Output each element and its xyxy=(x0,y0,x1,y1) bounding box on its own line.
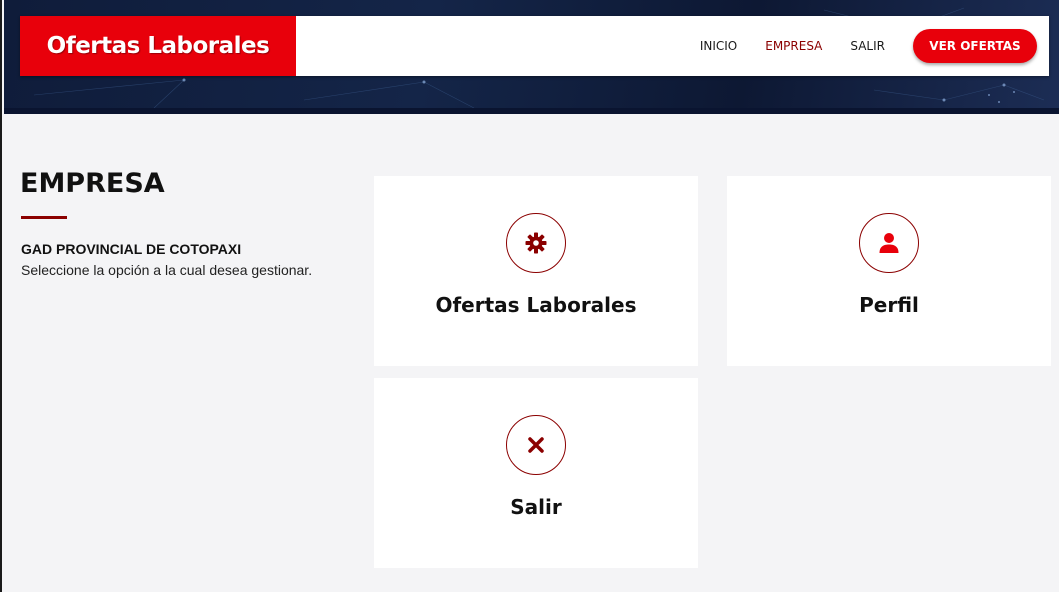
organization-name: GAD PROVINCIAL DE COTOPAXI xyxy=(21,241,242,257)
ver-ofertas-button[interactable]: VER OFERTAS xyxy=(913,29,1037,63)
brand-logo[interactable]: Ofertas Laborales xyxy=(20,16,296,76)
card-icon-circle xyxy=(506,213,566,273)
nav-link-inicio[interactable]: INICIO xyxy=(700,39,737,53)
hero-bottom-edge xyxy=(4,108,1059,114)
gear-icon xyxy=(525,232,547,254)
nav-link-empresa[interactable]: EMPRESA xyxy=(765,39,822,53)
close-icon xyxy=(528,437,544,453)
page-description: Seleccione la opción a la cual desea ges… xyxy=(21,262,313,278)
card-icon-circle xyxy=(506,415,566,475)
card-ofertas-laborales[interactable]: Ofertas Laborales xyxy=(374,176,698,366)
card-icon-circle xyxy=(859,213,919,273)
user-icon xyxy=(879,233,899,253)
nav-link-salir[interactable]: SALIR xyxy=(850,39,885,53)
page-title: EMPRESA xyxy=(20,168,165,199)
card-salir[interactable]: Salir xyxy=(374,378,698,568)
page-frame: Ofertas Laborales INICIO EMPRESA SALIR V… xyxy=(0,0,1059,592)
nav-links: INICIO EMPRESA SALIR VER OFERTAS xyxy=(672,29,1049,63)
card-label: Perfil xyxy=(859,293,919,317)
card-label: Salir xyxy=(510,495,562,519)
top-navbar: Ofertas Laborales INICIO EMPRESA SALIR V… xyxy=(20,16,1049,76)
card-perfil[interactable]: Perfil xyxy=(727,176,1051,366)
card-label: Ofertas Laborales xyxy=(435,293,637,317)
title-underline xyxy=(21,216,67,219)
